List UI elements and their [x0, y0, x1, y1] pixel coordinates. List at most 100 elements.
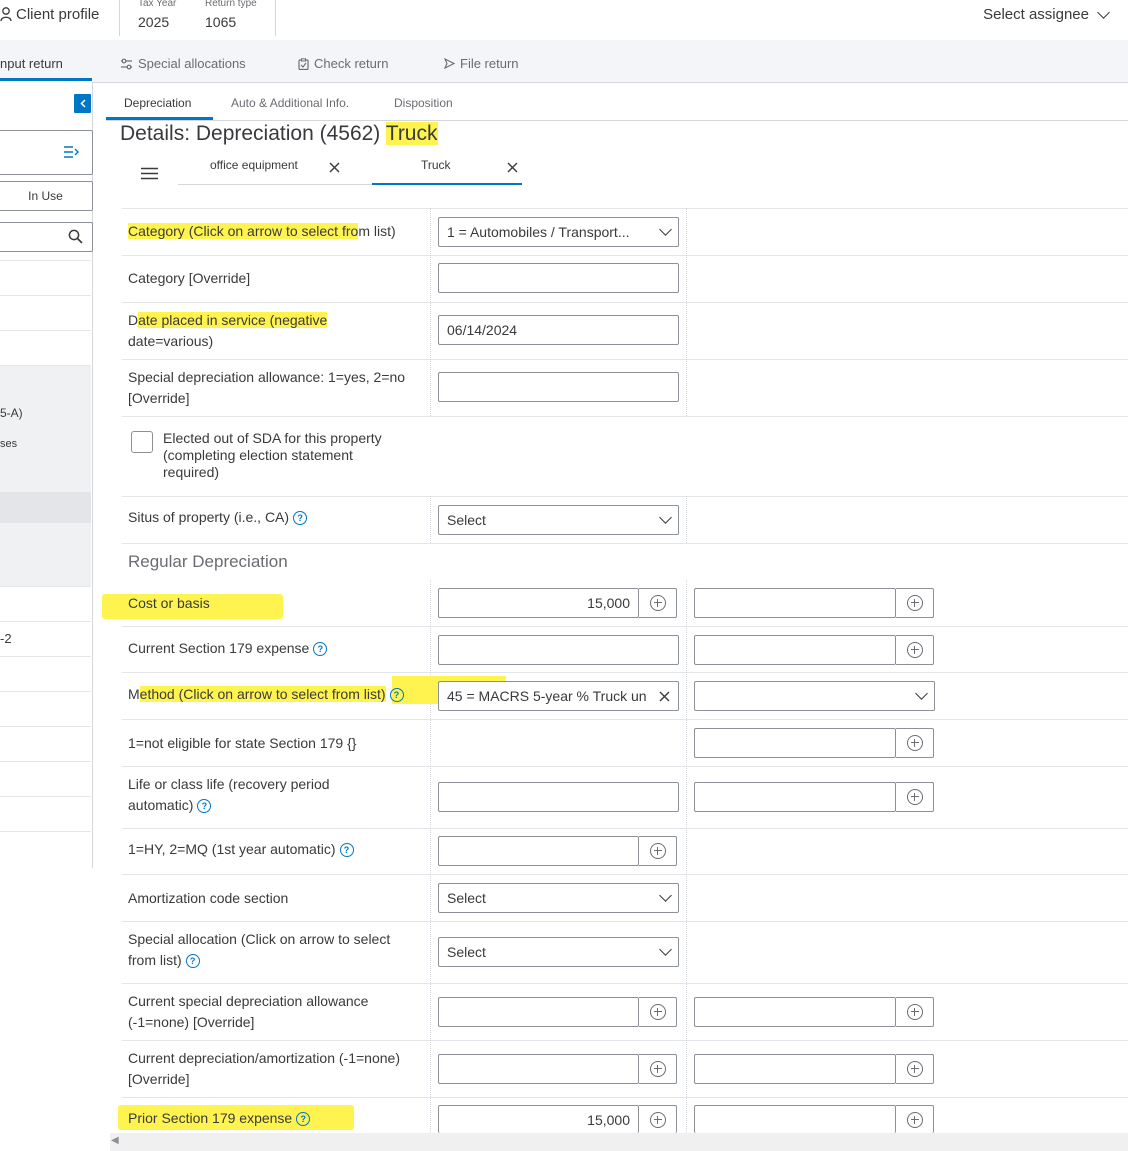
method-select[interactable]: 45 = MACRS 5-year % Truck un	[438, 681, 679, 711]
tab-input-return[interactable]: nput return	[0, 56, 63, 71]
prior-sec179-input[interactable]: 15,000	[438, 1105, 639, 1133]
list-item[interactable]	[0, 656, 91, 692]
add-detail-button[interactable]	[896, 997, 934, 1027]
plus-circle-icon	[906, 595, 923, 611]
plus-circle-icon	[906, 735, 923, 751]
help-icon[interactable]: ?	[197, 799, 212, 813]
list-item[interactable]	[0, 330, 91, 366]
category-select[interactable]: 1 = Automobiles / Transport...	[438, 217, 679, 247]
column-divider	[686, 208, 687, 416]
add-detail-button[interactable]	[896, 635, 934, 665]
current-sda-label: Current special depreciation allowance (…	[128, 993, 369, 1030]
prior-sec179-label: Prior Section 179 expense?	[128, 1108, 423, 1129]
method-select-value: 45 = MACRS 5-year % Truck un	[447, 688, 647, 704]
list-item[interactable]	[0, 831, 91, 868]
tab-auto-additional-info[interactable]: Auto & Additional Info.	[231, 96, 349, 110]
active-tab-indicator	[0, 78, 92, 81]
plus-circle-icon	[906, 1111, 923, 1128]
asset-tab-office-equipment[interactable]: office equipment	[210, 158, 298, 172]
close-icon[interactable]	[329, 162, 340, 173]
add-detail-button[interactable]	[896, 728, 934, 758]
in-use-filter-button[interactable]: In Use	[0, 181, 93, 211]
add-detail-button[interactable]	[896, 1054, 934, 1084]
column-divider	[686, 580, 687, 1133]
list-item-group[interactable]: 5-A) ses	[0, 365, 91, 493]
special-allocation-select[interactable]: Select	[438, 937, 679, 967]
amortization-code-value: Select	[447, 890, 486, 906]
add-detail-button[interactable]	[639, 1105, 677, 1133]
current-sda-input[interactable]	[438, 997, 639, 1027]
asset-tab-truck[interactable]: Truck	[421, 158, 451, 172]
state-life-class-input[interactable]	[694, 782, 896, 812]
select-assignee-dropdown[interactable]: Select assignee	[983, 5, 1110, 23]
help-icon[interactable]: ?	[313, 642, 328, 656]
row-divider	[122, 921, 1128, 922]
sliders-icon	[121, 58, 132, 69]
tab-input-return-label: nput return	[0, 56, 63, 71]
tab-special-allocations[interactable]: Special allocations	[120, 56, 246, 71]
add-detail-button[interactable]	[896, 1105, 934, 1133]
state-prior-sec179-input[interactable]	[694, 1105, 896, 1133]
forms-search-input[interactable]	[0, 222, 93, 252]
tab-check-return[interactable]: Check return	[298, 56, 388, 71]
list-item[interactable]	[0, 260, 91, 296]
current-depreciation-input[interactable]	[438, 1054, 639, 1084]
state-cost-basis-input[interactable]	[694, 588, 896, 618]
list-item[interactable]	[0, 691, 91, 727]
state-method-select[interactable]	[694, 681, 935, 711]
elected-out-sda-checkbox[interactable]	[131, 431, 153, 453]
add-detail-button[interactable]	[896, 588, 934, 618]
list-item[interactable]	[0, 796, 91, 832]
state-sec179-eligibility-input[interactable]	[694, 728, 896, 758]
help-icon[interactable]: ?	[296, 1112, 311, 1126]
help-icon[interactable]: ?	[389, 688, 404, 702]
cost-basis-input[interactable]: 15,000	[438, 588, 639, 618]
list-item-selected[interactable]	[0, 492, 91, 523]
list-item[interactable]	[0, 726, 91, 762]
hamburger-menu-icon[interactable]	[141, 167, 158, 180]
header-divider	[119, 0, 120, 36]
list-item[interactable]	[0, 761, 91, 797]
horizontal-scrollbar[interactable]	[110, 1133, 1128, 1151]
amortization-code-select[interactable]: Select	[438, 883, 679, 913]
scroll-left-icon[interactable]: ◀	[111, 1135, 119, 1146]
clear-icon[interactable]	[659, 691, 670, 702]
list-item[interactable]: -2	[0, 621, 91, 657]
date-label-part: date=various)	[128, 333, 214, 349]
state-current-depreciation-input[interactable]	[694, 1054, 896, 1084]
convention-input[interactable]	[438, 836, 639, 866]
add-detail-button[interactable]	[639, 997, 677, 1027]
state-sec179-input[interactable]	[694, 635, 896, 665]
date-label-part: D	[128, 312, 139, 328]
list-item[interactable]	[0, 522, 91, 587]
sda-override-input[interactable]	[438, 372, 679, 402]
tab-file-return[interactable]: File return	[444, 56, 519, 71]
close-icon[interactable]	[507, 162, 518, 173]
forms-menu-box[interactable]	[0, 130, 93, 175]
list-item[interactable]	[0, 586, 91, 622]
situs-select[interactable]: Select	[438, 505, 679, 535]
tab-depreciation[interactable]: Depreciation	[124, 96, 191, 110]
row-divider	[122, 874, 1128, 875]
help-icon[interactable]: ?	[293, 511, 308, 525]
list-item[interactable]	[0, 295, 91, 331]
category-override-input[interactable]	[438, 263, 679, 293]
page-title: Details: Depreciation (4562) Truck	[120, 122, 438, 146]
add-detail-button[interactable]	[639, 588, 677, 618]
add-detail-button[interactable]	[639, 836, 677, 866]
help-icon[interactable]: ?	[185, 954, 200, 968]
current-sec179-input[interactable]	[438, 635, 679, 665]
row-divider	[122, 983, 1128, 984]
add-detail-button[interactable]	[639, 1054, 677, 1084]
page-title-asset: Truck	[385, 122, 438, 145]
date-in-service-input[interactable]: 06/14/2024	[438, 315, 679, 345]
state-current-sda-input[interactable]	[694, 997, 896, 1027]
life-class-input[interactable]	[438, 782, 679, 812]
tab-disposition[interactable]: Disposition	[394, 96, 453, 110]
situs-label-text: Situs of property (i.e., CA)	[128, 509, 290, 525]
header-divider	[275, 0, 276, 36]
collapse-panel-button[interactable]	[74, 94, 91, 113]
client-profile-link[interactable]: Client profile	[0, 6, 99, 23]
add-detail-button[interactable]	[896, 782, 934, 812]
help-icon[interactable]: ?	[339, 843, 354, 857]
